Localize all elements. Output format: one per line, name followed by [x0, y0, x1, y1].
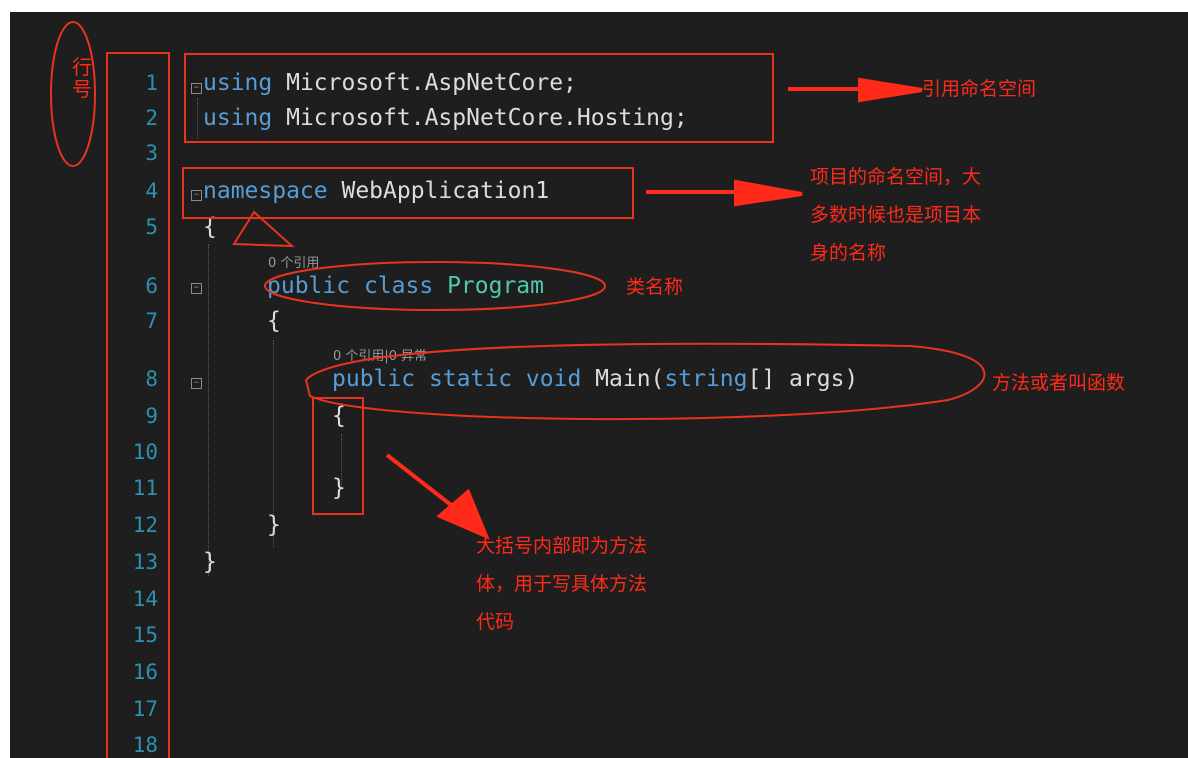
arrow-head-icon	[734, 179, 803, 207]
arrow-head-icon	[858, 77, 923, 103]
arrow-line	[385, 453, 462, 514]
arrow-head-icon	[436, 488, 490, 540]
brace-triangle-mark	[232, 210, 295, 248]
line-number-label-circle	[50, 21, 96, 167]
class-name-ellipse	[264, 261, 606, 311]
method-signature-ellipse	[304, 342, 986, 421]
annotation-marks	[50, 21, 986, 540]
code-editor[interactable]: 1 2 3 4 5 6 7 8 9 10 11 12 13 14 15 16 1…	[10, 12, 1188, 758]
screenshot: 1 2 3 4 5 6 7 8 9 10 11 12 13 14 15 16 1…	[0, 0, 1188, 758]
